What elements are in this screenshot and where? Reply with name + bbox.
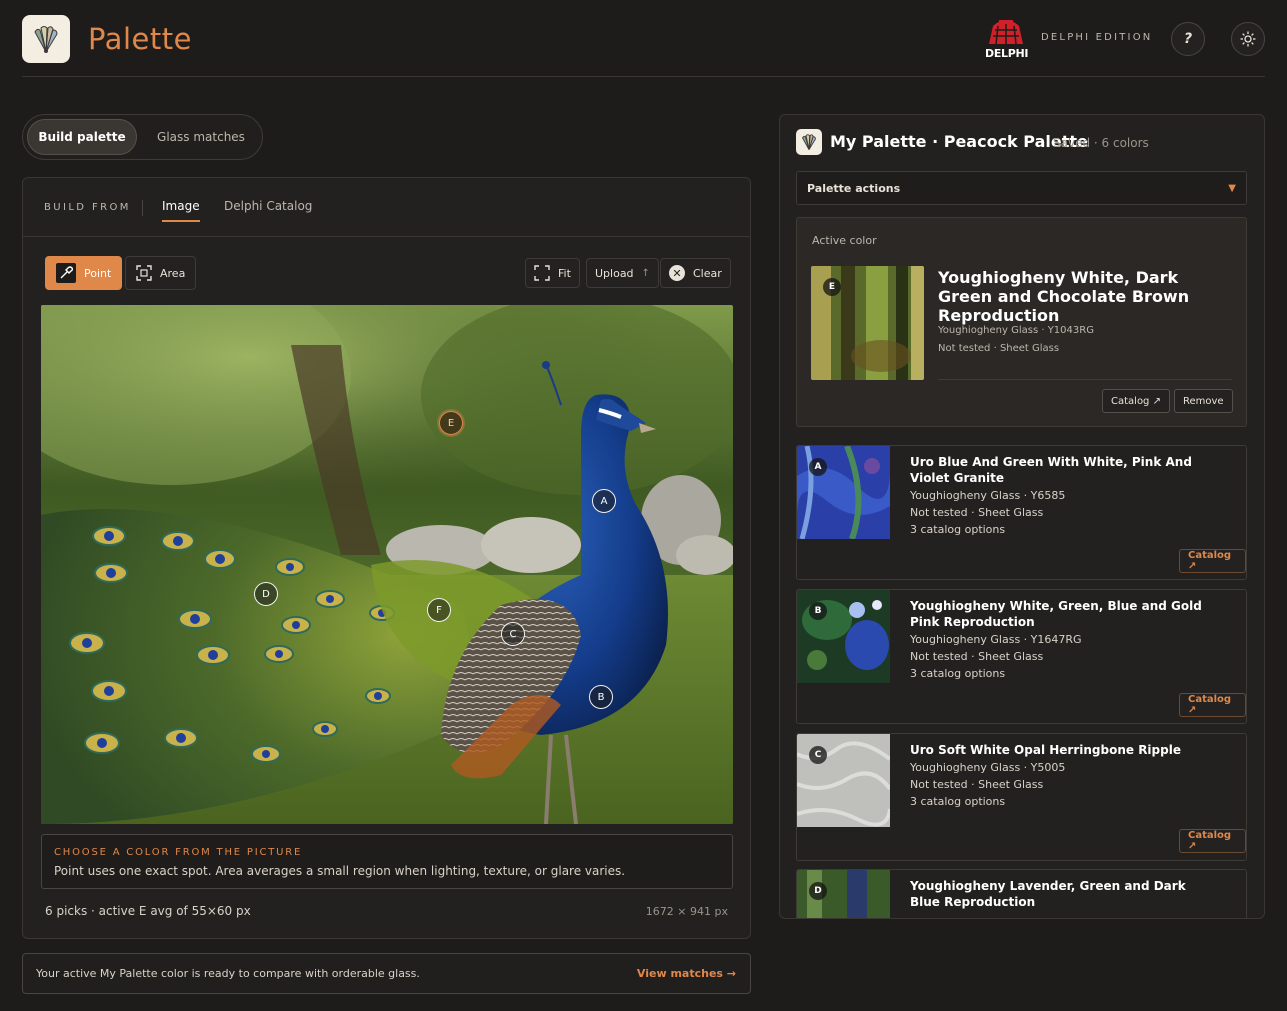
point-tool-button[interactable]: Point (45, 256, 123, 290)
hint-box: CHOOSE A COLOR FROM THE PICTURE Point us… (41, 834, 733, 889)
palette-actions-label: Palette actions (807, 181, 901, 195)
color-name-b: Youghiogheny White, Green, Blue and Gold… (910, 599, 1202, 629)
builder-panel: BUILD FROM Image Delphi Catalog Point Ar… (22, 177, 751, 939)
compare-message: Your active My Palette color is ready to… (36, 967, 420, 980)
color-status-a: Not tested · Sheet Glass (910, 506, 1044, 519)
divider (23, 236, 750, 237)
remove-color-button[interactable]: Remove (1174, 389, 1233, 413)
pick-marker-f[interactable]: F (427, 598, 451, 622)
pick-marker-e-active[interactable]: E (439, 411, 463, 435)
fit-label: Fit (558, 266, 571, 280)
palette-color-card-d[interactable]: D Youghiogheny Lavender, Green and Dark … (796, 869, 1247, 918)
clear-label: Clear (693, 266, 722, 280)
pick-marker-d[interactable]: D (254, 582, 278, 606)
divider (142, 200, 143, 216)
fit-button[interactable]: Fit (525, 258, 580, 288)
color-letter-a: A (809, 458, 827, 476)
color-swatch-d: D (797, 870, 890, 918)
delphi-logo: DELPHI (985, 16, 1029, 62)
color-swatch-c: C (797, 734, 890, 827)
active-catalog-button[interactable]: Catalog ↗ (1102, 389, 1170, 413)
color-swatch-a: A (797, 446, 890, 539)
active-color-maker: Youghiogheny Glass · Y1043RG (938, 325, 1094, 336)
pick-marker-a[interactable]: A (592, 489, 616, 513)
tab-glass-matches[interactable]: Glass matches (143, 119, 259, 155)
pick-marker-c[interactable]: C (501, 622, 525, 646)
palette-fan-icon (802, 134, 816, 150)
color-name-c: Uro Soft White Opal Herringbone Ripple (910, 743, 1181, 757)
main-tabs: Build palette Glass matches (22, 114, 263, 160)
clear-button[interactable]: ✕ Clear (660, 258, 731, 288)
color-swatch-b: B (797, 590, 890, 683)
compare-banner: Your active My Palette color is ready to… (22, 953, 751, 994)
color-options-c: 3 catalog options (910, 795, 1006, 808)
palette-meta: Saved · 6 colors (1053, 136, 1149, 150)
active-color-letter: E (823, 278, 841, 296)
picks-status: 6 picks · active E avg of 55×60 px (45, 904, 251, 918)
source-tab-image[interactable]: Image (162, 199, 200, 222)
palette-logo (796, 129, 822, 155)
chevron-down-icon: ▼ (1228, 182, 1236, 194)
palette-panel: My Palette · Peacock Palette Saved · 6 c… (779, 114, 1265, 919)
tab-build-palette[interactable]: Build palette (27, 119, 137, 155)
palette-color-card-a[interactable]: A Uro Blue And Green With White, Pink An… (796, 445, 1247, 580)
catalog-button-b[interactable]: Catalog ↗ (1179, 693, 1246, 717)
header-divider (22, 76, 1265, 77)
color-name-a: Uro Blue And Green With White, Pink And … (910, 455, 1192, 485)
color-status-b: Not tested · Sheet Glass (910, 650, 1044, 663)
palette-actions-dropdown[interactable]: Palette actions ▼ (796, 171, 1247, 205)
view-matches-link[interactable]: View matches → (637, 967, 736, 980)
upload-button[interactable]: Upload ↑ (586, 258, 659, 288)
color-maker-c: Youghiogheny Glass · Y5005 (910, 761, 1066, 774)
app-title: Palette (88, 22, 192, 56)
upload-label: Upload (595, 266, 634, 280)
palette-color-card-c[interactable]: C Uro Soft White Opal Herringbone Ripple… (796, 733, 1247, 861)
hint-title: CHOOSE A COLOR FROM THE PICTURE (54, 847, 303, 858)
source-image-canvas[interactable]: A B C D E F (41, 305, 733, 824)
area-select-icon (136, 265, 152, 281)
active-color-label: Active color (812, 234, 877, 247)
catalog-button-c[interactable]: Catalog ↗ (1179, 829, 1246, 853)
pick-marker-b[interactable]: B (589, 685, 613, 709)
active-color-name: Youghiogheny White, Dark Green and Choco… (938, 268, 1190, 325)
color-maker-a: Youghiogheny Glass · Y6585 (910, 489, 1066, 502)
catalog-button-a[interactable]: Catalog ↗ (1179, 549, 1246, 573)
color-status-c: Not tested · Sheet Glass (910, 778, 1044, 791)
active-color-card: Active color E Youghiogheny White, Dark … (796, 217, 1247, 427)
divider (938, 379, 1232, 380)
theme-toggle-button[interactable] (1231, 22, 1265, 56)
hint-body: Point uses one exact spot. Area averages… (54, 864, 626, 878)
color-letter-c: C (809, 746, 827, 764)
palette-title: My Palette · Peacock Palette (830, 132, 1088, 151)
brand-wordmark: DELPHI (985, 47, 1029, 60)
build-from-label: BUILD FROM (44, 202, 131, 213)
sun-icon (1240, 31, 1256, 47)
edition-label: DELPHI EDITION (1041, 32, 1153, 43)
peacock-image (41, 305, 733, 824)
help-icon: ? (1183, 31, 1193, 47)
eyedropper-icon (56, 263, 76, 283)
fit-frame-icon (534, 265, 550, 281)
color-maker-b: Youghiogheny Glass · Y1647RG (910, 633, 1082, 646)
color-name-d: Youghiogheny Lavender, Green and Dark Bl… (910, 879, 1186, 909)
area-tool-label: Area (160, 266, 186, 280)
color-options-a: 3 catalog options (910, 523, 1006, 536)
point-tool-label: Point (84, 266, 112, 280)
area-tool-button[interactable]: Area (125, 256, 197, 290)
color-letter-d: D (809, 882, 827, 900)
palette-fan-icon (34, 26, 58, 53)
source-tab-delphi-catalog[interactable]: Delphi Catalog (224, 199, 312, 213)
color-options-b: 3 catalog options (910, 667, 1006, 680)
active-color-swatch: E (811, 266, 924, 380)
active-color-status: Not tested · Sheet Glass (938, 343, 1060, 354)
color-letter-b: B (809, 602, 827, 620)
clear-x-icon: ✕ (669, 265, 685, 281)
help-button[interactable]: ? (1171, 22, 1205, 56)
image-dimensions: 1672 × 941 px (645, 905, 728, 918)
app-logo (22, 15, 70, 63)
palette-color-card-b[interactable]: B Youghiogheny White, Green, Blue and Go… (796, 589, 1247, 724)
upload-arrow-icon: ↑ (641, 267, 650, 279)
